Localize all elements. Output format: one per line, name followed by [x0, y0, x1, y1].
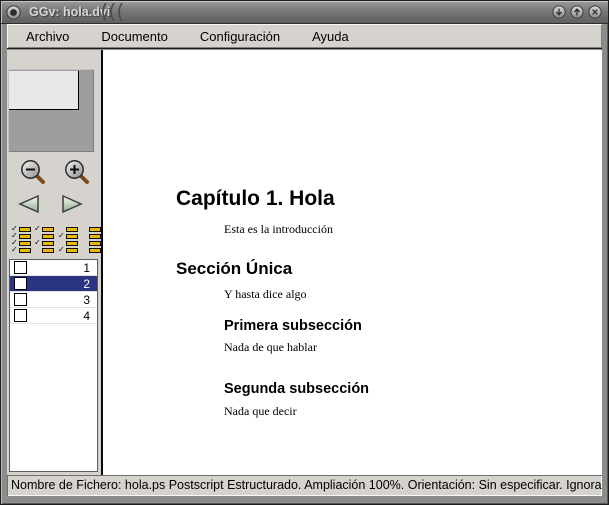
intro-text: Esta es la introducción [224, 222, 333, 237]
zoom-out-button[interactable] [19, 158, 47, 186]
subsection1-heading: Primera subsección [224, 318, 362, 334]
statusbar: Nombre de Fichero: hola.ps Postscript Es… [7, 475, 602, 496]
menu-archivo[interactable]: Archivo [17, 27, 78, 46]
menubar: Archivo Documento Configuración Ayuda [7, 24, 602, 49]
page-list[interactable]: 1 2 3 4 [9, 259, 98, 472]
menu-ayuda[interactable]: Ayuda [303, 27, 358, 46]
document-view[interactable]: Capítulo 1. Hola Esta es la introducción… [101, 50, 602, 475]
page-list-row-4[interactable]: 4 [10, 308, 97, 324]
page-marks-toolbar: ✓✓✓✓ ✓✓ ✓✓ [7, 226, 101, 254]
close-button[interactable] [588, 5, 602, 19]
sidebar: ✓✓✓✓ ✓✓ ✓✓ 1 2 3 [7, 50, 101, 475]
page-list-row-2[interactable]: 2 [10, 276, 97, 292]
section-heading: Sección Única [176, 259, 292, 279]
toggle-even-pages-button[interactable]: ✓✓ [58, 226, 78, 253]
page-4-number: 4 [83, 309, 90, 323]
subsection1-text: Nada de que hablar [224, 340, 317, 355]
visible-area-rectangle[interactable] [9, 71, 79, 110]
page-list-row-1[interactable]: 1 [10, 260, 97, 276]
titlebar[interactable]: GGv: hola.dvi [1, 1, 608, 24]
toggle-all-pages-button[interactable]: ✓✓✓✓ [11, 226, 31, 253]
page-thumbnail-panel[interactable] [8, 69, 94, 152]
page-2-checkbox[interactable] [14, 277, 27, 290]
page-3-number: 3 [83, 293, 90, 307]
subsection2-text: Nada que decir [224, 404, 297, 419]
section-text: Y hasta dice algo [224, 287, 307, 302]
page-2-number: 2 [83, 277, 90, 291]
next-page-button[interactable] [59, 194, 85, 214]
subsection2-heading: Segunda subsección [224, 381, 369, 397]
toggle-odd-pages-button[interactable]: ✓✓ [34, 226, 54, 253]
chapter-heading: Capítulo 1. Hola [176, 187, 335, 211]
page-4-checkbox[interactable] [14, 309, 27, 322]
clear-all-pages-button[interactable] [81, 226, 101, 253]
maximize-button[interactable] [570, 5, 584, 19]
next-page-arrow-icon [63, 196, 81, 212]
page-nav-toolbar [7, 194, 101, 216]
zoom-toolbar [7, 158, 101, 186]
titlebar-decoration [99, 3, 129, 21]
previous-page-button[interactable] [16, 194, 42, 214]
status-text: Nombre de Fichero: hola.ps Postscript Es… [7, 475, 602, 496]
zoom-in-button[interactable] [63, 158, 91, 186]
app-window: GGv: hola.dvi Archivo Documento Configur… [0, 0, 609, 505]
main-content: ✓✓✓✓ ✓✓ ✓✓ 1 2 3 [7, 50, 602, 475]
previous-page-arrow-icon [20, 196, 38, 212]
window-menu-icon [10, 9, 17, 16]
window-menu-button[interactable] [6, 5, 21, 20]
menu-documento[interactable]: Documento [92, 27, 176, 46]
window-controls [552, 5, 602, 19]
page-list-row-3[interactable]: 3 [10, 292, 97, 308]
page-1-checkbox[interactable] [14, 261, 27, 274]
menu-configuracion[interactable]: Configuración [191, 27, 289, 46]
page-1-number: 1 [83, 261, 90, 275]
page-3-checkbox[interactable] [14, 293, 27, 306]
minimize-button[interactable] [552, 5, 566, 19]
